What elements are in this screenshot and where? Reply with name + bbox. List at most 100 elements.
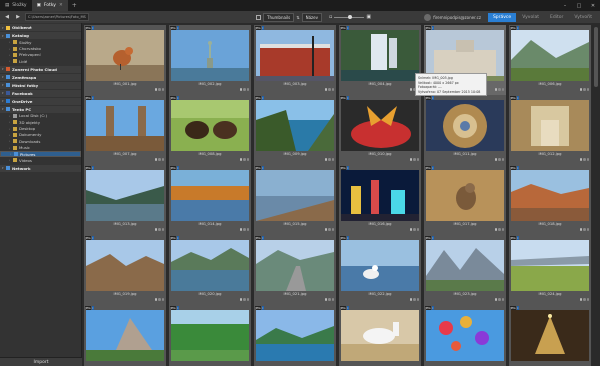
rating-dot[interactable] bbox=[324, 228, 327, 231]
photo-thumbnail[interactable]: JPG i IMG_015.jpg bbox=[254, 165, 336, 235]
photo-thumbnail[interactable]: JPG i IMG_017.jpg bbox=[424, 165, 506, 235]
rating-dot[interactable] bbox=[243, 88, 246, 91]
maximize-button[interactable]: □ bbox=[572, 3, 586, 9]
close-button[interactable]: ✕ bbox=[586, 3, 600, 9]
rating-dots[interactable] bbox=[494, 228, 504, 231]
user-account[interactable]: firemnipodpis@zoner.cz bbox=[424, 13, 481, 21]
rating-dot[interactable] bbox=[158, 298, 161, 301]
rating-dots[interactable] bbox=[239, 298, 249, 301]
rating-dots[interactable] bbox=[154, 298, 164, 301]
rating-dot[interactable] bbox=[494, 228, 497, 231]
rating-dot[interactable] bbox=[501, 88, 504, 91]
rating-dot[interactable] bbox=[579, 228, 582, 231]
rating-dot[interactable] bbox=[243, 228, 246, 231]
rating-dot[interactable] bbox=[328, 298, 331, 301]
rating-dot[interactable] bbox=[239, 158, 242, 161]
rating-dots[interactable] bbox=[494, 158, 504, 161]
rating-dot[interactable] bbox=[161, 158, 164, 161]
photo-thumbnail[interactable]: JPG i IMG_024.jpg bbox=[509, 235, 591, 305]
photo-thumbnail[interactable]: JPG i IMG_007.jpg bbox=[84, 95, 166, 165]
thumbnail-zoom-slider[interactable]: ▫ ▣ bbox=[329, 14, 371, 20]
photo-thumbnail[interactable]: JPG i IMG_003.jpg bbox=[254, 25, 336, 95]
rating-dots[interactable] bbox=[494, 298, 504, 301]
mode-create[interactable]: Vytvořit bbox=[569, 13, 597, 22]
forward-button[interactable]: ▶ bbox=[14, 14, 22, 20]
rating-dot[interactable] bbox=[416, 298, 419, 301]
photo-thumbnail[interactable]: JPG i IMG_008.jpg bbox=[169, 95, 251, 165]
view-mode-dropdown[interactable]: Thumbnails bbox=[263, 12, 295, 22]
rating-dot[interactable] bbox=[501, 228, 504, 231]
rating-dot[interactable] bbox=[154, 298, 157, 301]
rating-dot[interactable] bbox=[324, 88, 327, 91]
sidebar-item[interactable]: ▾ OneDrive bbox=[0, 97, 81, 105]
rating-dot[interactable] bbox=[409, 158, 412, 161]
rating-dots[interactable] bbox=[579, 158, 589, 161]
rating-dot[interactable] bbox=[413, 298, 416, 301]
rating-dot[interactable] bbox=[409, 298, 412, 301]
photo-thumbnail[interactable]: JPG i IMG_021.jpg bbox=[254, 235, 336, 305]
scrollbar-thumb[interactable] bbox=[594, 27, 598, 87]
rating-dot[interactable] bbox=[324, 158, 327, 161]
rating-dot[interactable] bbox=[161, 88, 164, 91]
rating-dots[interactable] bbox=[579, 228, 589, 231]
rating-dot[interactable] bbox=[498, 228, 501, 231]
rating-dot[interactable] bbox=[583, 88, 586, 91]
rating-dots[interactable] bbox=[409, 298, 419, 301]
mode-develop[interactable]: Vyvolat bbox=[517, 13, 544, 22]
rating-dots[interactable] bbox=[324, 88, 334, 91]
add-tab-button[interactable]: + bbox=[68, 2, 81, 9]
photo-thumbnail[interactable]: JPG i bbox=[254, 305, 336, 366]
sidebar-item[interactable]: › Lidé bbox=[0, 58, 81, 64]
rating-dot[interactable] bbox=[331, 298, 334, 301]
rating-dots[interactable] bbox=[154, 158, 164, 161]
rating-dots[interactable] bbox=[324, 298, 334, 301]
view-mode-selector[interactable]: Thumbnails ⇅ Název bbox=[256, 12, 322, 22]
rating-dot[interactable] bbox=[239, 88, 242, 91]
rating-dot[interactable] bbox=[501, 298, 504, 301]
photo-thumbnail[interactable]: JPG i IMG_020.jpg bbox=[169, 235, 251, 305]
rating-dot[interactable] bbox=[586, 298, 589, 301]
rating-dot[interactable] bbox=[328, 88, 331, 91]
rating-dot[interactable] bbox=[409, 88, 412, 91]
rating-dot[interactable] bbox=[413, 158, 416, 161]
rating-dot[interactable] bbox=[331, 88, 334, 91]
rating-dots[interactable] bbox=[154, 88, 164, 91]
minimize-button[interactable]: – bbox=[558, 3, 572, 9]
rating-dot[interactable] bbox=[583, 298, 586, 301]
rating-dot[interactable] bbox=[494, 158, 497, 161]
sidebar-item[interactable]: ▾ Tento PC bbox=[0, 105, 81, 113]
rating-dot[interactable] bbox=[409, 228, 412, 231]
rating-dot[interactable] bbox=[328, 228, 331, 231]
rating-dots[interactable] bbox=[324, 228, 334, 231]
rating-dot[interactable] bbox=[331, 228, 334, 231]
rating-dot[interactable] bbox=[161, 228, 164, 231]
rating-dot[interactable] bbox=[328, 158, 331, 161]
rating-dots[interactable] bbox=[239, 228, 249, 231]
sidebar-item[interactable]: ▾ Facebook bbox=[0, 89, 81, 97]
rating-dot[interactable] bbox=[161, 298, 164, 301]
rating-dot[interactable] bbox=[494, 298, 497, 301]
photo-thumbnail[interactable]: JPG i IMG_009.jpg bbox=[254, 95, 336, 165]
sort-dropdown[interactable]: Název bbox=[301, 12, 322, 22]
rating-dots[interactable] bbox=[154, 228, 164, 231]
rating-dot[interactable] bbox=[243, 158, 246, 161]
rating-dot[interactable] bbox=[416, 228, 419, 231]
rating-dot[interactable] bbox=[413, 228, 416, 231]
rating-dot[interactable] bbox=[239, 228, 242, 231]
photo-thumbnail[interactable]: JPG i IMG_023.jpg bbox=[424, 235, 506, 305]
rating-dot[interactable] bbox=[324, 298, 327, 301]
photo-thumbnail[interactable]: JPG i bbox=[84, 305, 166, 366]
photo-thumbnail[interactable]: JPG i IMG_011.jpg bbox=[424, 95, 506, 165]
photo-thumbnail[interactable]: JPG i bbox=[424, 305, 506, 366]
import-button[interactable]: Import bbox=[0, 357, 82, 366]
photo-thumbnail[interactable]: JPG i IMG_002.jpg bbox=[169, 25, 251, 95]
close-tab-icon[interactable]: ✕ bbox=[59, 3, 63, 8]
mode-editor[interactable]: Editor bbox=[545, 13, 568, 22]
photo-thumbnail[interactable]: JPG i IMG_019.jpg bbox=[84, 235, 166, 305]
rating-dot[interactable] bbox=[586, 158, 589, 161]
rating-dot[interactable] bbox=[586, 88, 589, 91]
photo-thumbnail[interactable]: JPG i IMG_001.jpg bbox=[84, 25, 166, 95]
rating-dot[interactable] bbox=[586, 228, 589, 231]
rating-dots[interactable] bbox=[239, 158, 249, 161]
rating-dot[interactable] bbox=[239, 298, 242, 301]
